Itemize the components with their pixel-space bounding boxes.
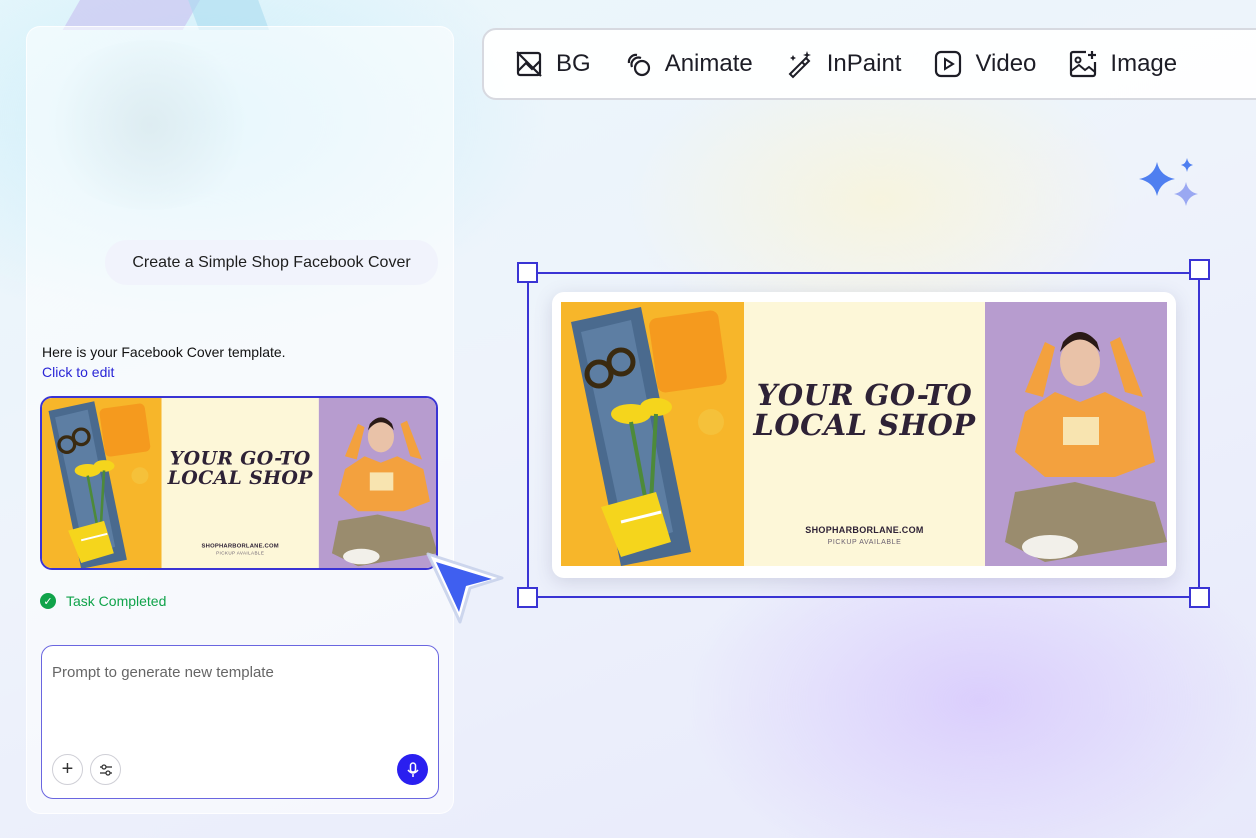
microphone-icon (406, 761, 419, 777)
animate-tool-label: Animate (664, 50, 753, 77)
animate-tool-button[interactable]: Animate (623, 49, 753, 79)
model-photo (318, 398, 436, 568)
resize-handle-bottom-right[interactable] (1189, 587, 1210, 608)
image-tool-label: Image (1110, 50, 1178, 77)
video-tool-label: Video (975, 50, 1037, 77)
cover-headline[interactable]: YOUR GO-TO LOCAL SHOP (744, 380, 985, 440)
inpaint-tool-button[interactable]: InPaint (785, 49, 902, 79)
plus-icon: + (61, 758, 74, 780)
task-status: ✓ Task Completed (40, 593, 166, 609)
sliders-icon (99, 763, 112, 776)
template-thumbnail[interactable]: YOUR GO-TO LOCAL SHOP SHOPHARBORLANE.COM… (40, 396, 438, 570)
headline-line-2: LOCAL SHOP (167, 466, 313, 489)
resize-handle-top-left[interactable] (517, 262, 538, 283)
flatlay-photo (561, 302, 744, 566)
blurred-preview (40, 40, 260, 210)
bg-tool-button[interactable]: BG (514, 49, 591, 79)
assistant-reply-text: Here is your Facebook Cover template. (42, 344, 286, 360)
magic-wand-icon (788, 51, 811, 79)
image-add-icon (1070, 50, 1097, 78)
user-message-bubble: Create a Simple Shop Facebook Cover (105, 240, 438, 285)
model-photo (985, 302, 1167, 566)
cover-headline: YOUR GO-TO LOCAL SHOP (161, 448, 318, 487)
flatlay-photo (42, 398, 162, 568)
animate-icon (627, 53, 650, 77)
cover-website: SHOPHARBORLANE.COM (201, 542, 279, 549)
resize-handle-top-right[interactable] (1189, 259, 1210, 280)
bg-tool-label: BG (556, 50, 591, 77)
user-message-text: Create a Simple Shop Facebook Cover (132, 253, 411, 271)
prompt-box: + (41, 645, 439, 799)
cover-pickup[interactable]: PICKUP AVAILABLE (744, 539, 985, 546)
sparkle-icon (1139, 158, 1198, 206)
inpaint-tool-label: InPaint (826, 50, 902, 77)
headline-line-2: LOCAL SHOP (753, 408, 976, 442)
canvas-card[interactable]: YOUR GO-TO LOCAL SHOP SHOPHARBORLANE.COM… (552, 292, 1176, 578)
tool-toolbar: BG Animate InPaint Video Image (482, 28, 1256, 100)
headline-line-1: YOUR GO-TO (169, 447, 311, 470)
image-tool-button[interactable]: Image (1068, 49, 1177, 79)
click-to-edit-link[interactable]: Click to edit (42, 364, 114, 380)
facebook-cover-design[interactable]: YOUR GO-TO LOCAL SHOP SHOPHARBORLANE.COM… (561, 302, 1167, 566)
video-tool-button[interactable]: Video (933, 49, 1036, 79)
add-button[interactable]: + (52, 754, 83, 785)
cursor-pointer-icon (426, 552, 504, 624)
headline-line-1: YOUR GO-TO (756, 378, 973, 412)
cover-thumbnail-artwork: YOUR GO-TO LOCAL SHOP SHOPHARBORLANE.COM… (42, 398, 436, 568)
cover-website[interactable]: SHOPHARBORLANE.COM (744, 525, 985, 535)
video-play-icon (935, 50, 962, 78)
check-circle-icon: ✓ (40, 593, 56, 609)
resize-handle-bottom-left[interactable] (517, 587, 538, 608)
cover-pickup: PICKUP AVAILABLE (216, 551, 265, 556)
remove-background-icon (516, 51, 542, 77)
task-status-text: Task Completed (66, 593, 167, 609)
cover-artwork: YOUR GO-TO LOCAL SHOP SHOPHARBORLANE.COM… (561, 302, 1167, 566)
settings-button[interactable] (90, 754, 121, 785)
prompt-input[interactable] (52, 664, 422, 724)
microphone-button[interactable] (397, 754, 428, 785)
